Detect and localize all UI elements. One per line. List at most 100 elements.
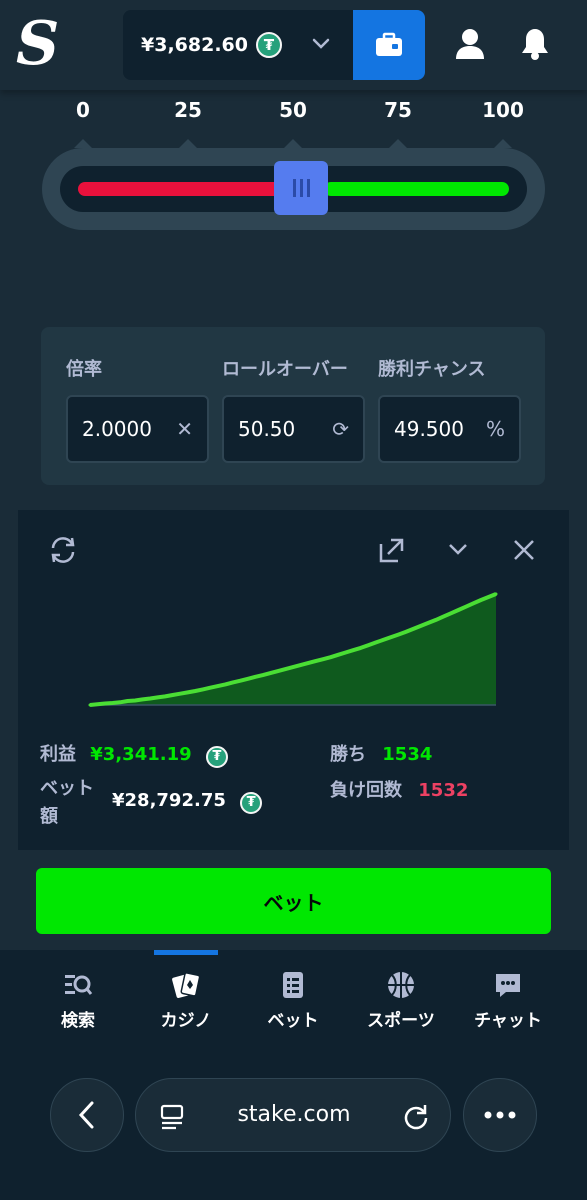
chart-point <box>276 669 280 673</box>
chart-point <box>253 675 257 679</box>
nav-label: 検索 <box>61 1011 95 1031</box>
nav-item-search[interactable]: 検索 <box>28 970 128 1031</box>
chart-point <box>186 690 190 694</box>
nav-item-bets[interactable]: ベット <box>243 970 343 1031</box>
balance-selector[interactable]: ¥3,682.60 ₮ <box>123 10 353 80</box>
chart-point <box>344 651 348 654</box>
chart-point <box>231 680 235 684</box>
slider-notch <box>74 139 92 148</box>
multiplier-stat: 倍率 2.0000 ✕ <box>66 355 209 463</box>
chart-point <box>494 592 498 596</box>
profit-label: 利益 <box>40 744 76 765</box>
chart-point <box>404 630 408 634</box>
grip-line <box>306 179 310 197</box>
nav-item-casino[interactable]: カジノ <box>136 970 236 1031</box>
chevron-down-icon <box>312 38 330 49</box>
user-icon[interactable] <box>455 27 485 61</box>
tether-coin-icon: ₮ <box>255 32 282 58</box>
tick-label: 75 <box>384 98 412 122</box>
cards-icon <box>172 972 201 998</box>
chart-point <box>419 624 423 628</box>
chart-point <box>178 692 182 696</box>
swap-icon[interactable]: ⟳ <box>332 417 349 441</box>
profit-stat: 利益 ¥3,341.19 ₮ <box>40 740 228 768</box>
nav-label: チャット <box>474 1011 542 1031</box>
nav-label: スポーツ <box>367 1011 435 1031</box>
stake-logo[interactable]: S <box>16 14 59 76</box>
roll-over-value: 50.50 <box>238 417 296 441</box>
nav-item-chat[interactable]: チャット <box>458 970 558 1031</box>
chart-point <box>268 671 272 675</box>
browser-url-bar[interactable]: stake.com <box>135 1078 451 1152</box>
chart-point <box>456 608 460 612</box>
chart-point <box>156 695 160 699</box>
chart-point <box>284 667 287 671</box>
times-icon: ✕ <box>176 417 193 441</box>
chart-area <box>90 594 496 705</box>
multiplier-label: 倍率 <box>66 359 102 380</box>
nav-item-sports[interactable]: スポーツ <box>351 970 451 1031</box>
chart-point <box>238 679 242 683</box>
wagered-label: ベット額 <box>40 778 94 827</box>
nav-label: カジノ <box>160 1011 212 1031</box>
chevron-down-icon[interactable] <box>446 540 470 558</box>
chart-point <box>246 677 250 681</box>
wagered-value: ¥28,792.75 <box>112 790 226 811</box>
reload-icon[interactable] <box>402 1102 430 1130</box>
nav-active-indicator <box>154 950 218 955</box>
browser-more-button[interactable] <box>463 1078 537 1152</box>
chat-icon <box>496 974 520 997</box>
roll-over-stat: ロールオーバー 50.50 ⟳ <box>222 355 365 463</box>
chart-point <box>411 627 415 631</box>
dice-stats-panel: 倍率 2.0000 ✕ ロールオーバー 50.50 ⟳ 勝利チャンス 49.50… <box>41 327 545 485</box>
chart-point <box>396 633 400 637</box>
live-stats-panel: 利益 ¥3,341.19 ₮ ベット額 ¥28,792.75 ₮ 勝ち 1534… <box>18 510 569 850</box>
chart-point <box>471 601 475 605</box>
chart-point <box>336 653 340 657</box>
multiplier-value: 2.0000 <box>82 417 152 441</box>
slider-notch <box>494 139 512 148</box>
chart-point <box>96 702 99 706</box>
refresh-icon[interactable] <box>48 536 78 564</box>
profit-chart <box>18 580 569 720</box>
slider-handle[interactable] <box>274 161 328 215</box>
roll-slider[interactable] <box>42 139 545 230</box>
chart-point <box>291 665 295 669</box>
wins-label: 勝ち <box>330 744 366 765</box>
chart-point <box>321 657 325 661</box>
win-chance-label: 勝利チャンス <box>378 359 486 380</box>
chart-point <box>441 615 445 619</box>
chart-point <box>171 693 175 697</box>
chart-point <box>306 661 310 665</box>
bell-icon[interactable] <box>520 27 550 61</box>
tether-coin-icon: ₮ <box>205 745 228 768</box>
chart-point <box>434 618 438 622</box>
balance-amount: ¥3,682.60 <box>141 34 248 56</box>
close-icon[interactable] <box>512 538 536 562</box>
wallet-button[interactable] <box>353 10 425 80</box>
tick-label: 25 <box>174 98 202 122</box>
win-chance-stat: 勝利チャンス 49.500 % <box>378 355 521 463</box>
grip-line <box>299 179 303 197</box>
chart-point <box>389 635 393 639</box>
bet-button[interactable]: ベット <box>36 868 551 934</box>
chart-point <box>193 689 197 693</box>
losses-label: 負け回数 <box>330 780 402 801</box>
tick-label: 0 <box>76 98 90 122</box>
browser-back-button[interactable] <box>50 1078 124 1152</box>
bet-slip-icon <box>283 972 303 998</box>
losses-stat: 負け回数 1532 <box>330 776 468 802</box>
chart-point <box>261 673 265 677</box>
win-chance-input[interactable]: 49.500 % <box>378 395 521 463</box>
slider-ticks: 0 25 50 75 100 <box>0 98 587 128</box>
profit-value: ¥3,341.19 <box>90 744 192 765</box>
chart-point <box>163 694 167 698</box>
multiplier-input[interactable]: 2.0000 ✕ <box>66 395 209 463</box>
chart-point <box>314 659 318 663</box>
tick-label: 100 <box>482 98 524 122</box>
chart-point <box>216 684 220 688</box>
roll-over-input[interactable]: 50.50 ⟳ <box>222 395 365 463</box>
tether-coin-icon: ₮ <box>240 791 263 814</box>
chart-point <box>201 687 205 691</box>
popout-icon[interactable] <box>378 536 406 564</box>
